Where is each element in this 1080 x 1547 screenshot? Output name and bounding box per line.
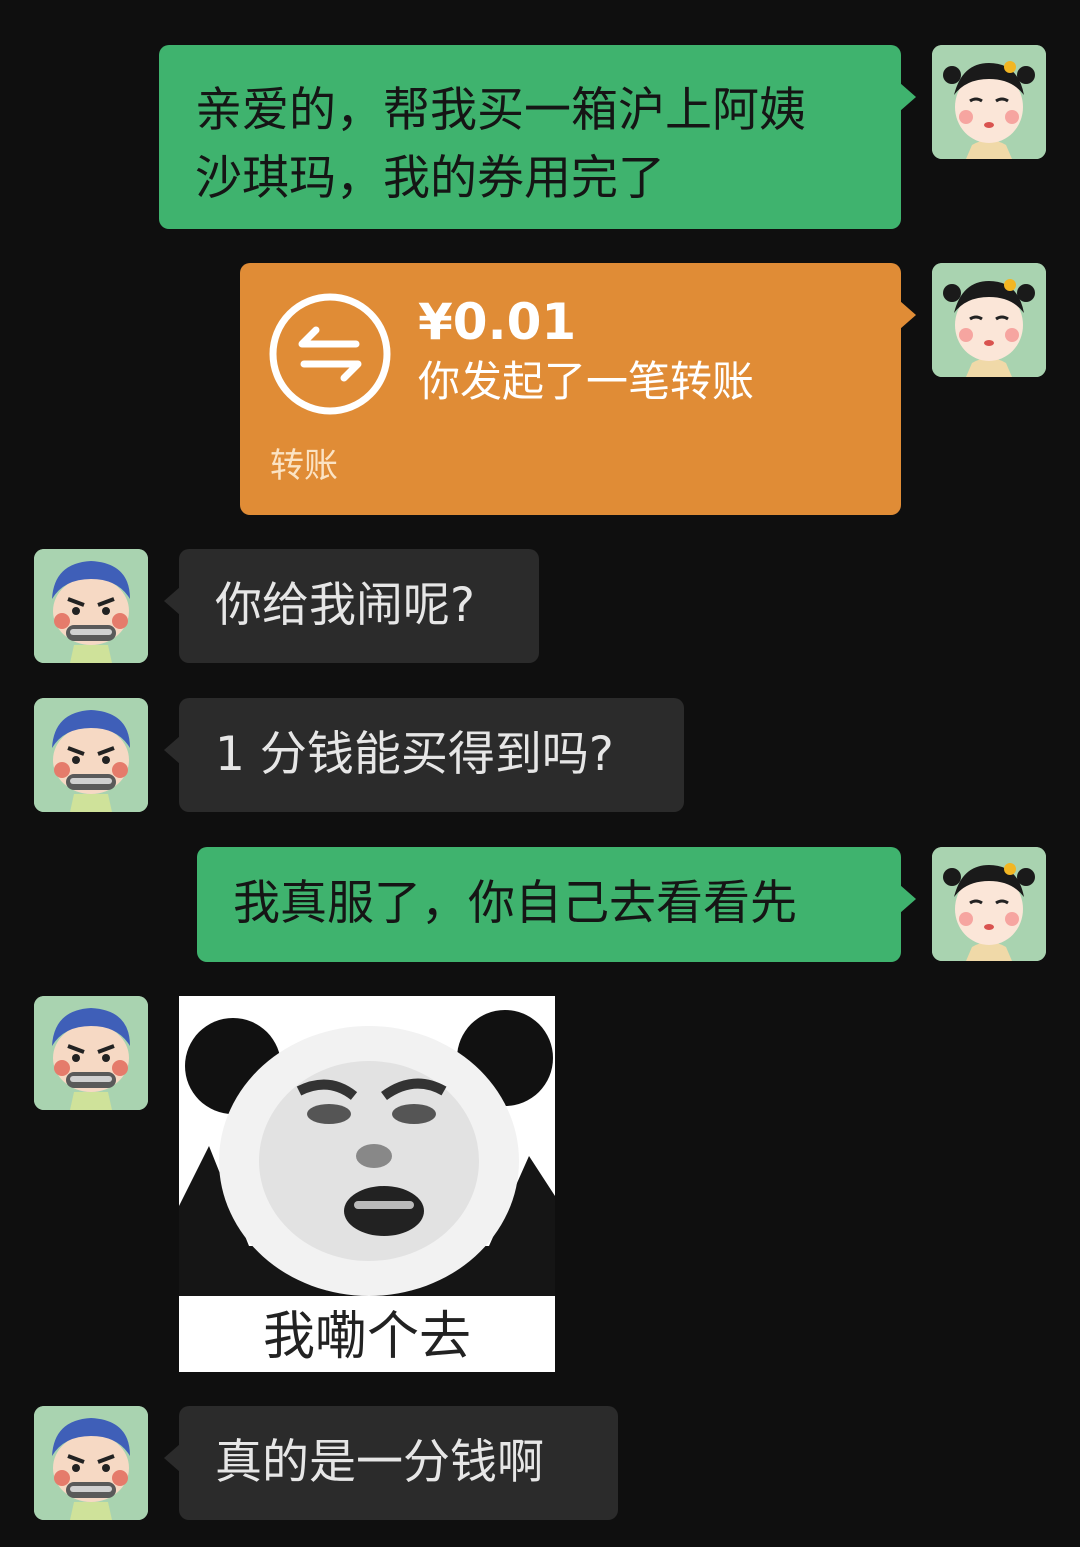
girl-avatar-icon [932,45,1046,159]
boy-avatar-icon [34,698,148,812]
sticker-caption: 我嘞个去 [262,1307,471,1367]
message-line: 亲爱的，帮我买一箱沪上阿姨 [195,83,806,138]
panda-meme-sticker[interactable]: 我嘞个去 [179,996,555,1372]
message-text: 我真服了，你自己去看看先 [233,876,797,931]
contact-avatar[interactable] [34,549,148,663]
boy-avatar-icon [34,1406,148,1520]
transfer-amount: ¥0.01 [418,293,577,351]
boy-avatar-icon [34,996,148,1110]
message-text: 你给我闹呢? [215,578,475,633]
boy-avatar-icon [34,549,148,663]
message-line: 沙琪玛，我的券用完了 [195,151,665,206]
contact-avatar[interactable] [34,996,148,1110]
message-text: 真的是一分钱啊 [215,1435,544,1490]
message-bubble-received[interactable]: 你给我闹呢? [164,549,539,663]
message-bubble-received[interactable]: 真的是一分钱啊 [164,1406,618,1520]
my-avatar[interactable] [932,847,1046,961]
transfer-label: 转账 [270,446,338,486]
transfer-status: 你发起了一笔转账 [418,357,755,406]
contact-avatar[interactable] [34,1406,148,1520]
girl-avatar-icon [932,263,1046,377]
my-avatar[interactable] [932,263,1046,377]
contact-avatar[interactable] [34,698,148,812]
transfer-arrows-icon [269,293,391,415]
message-bubble-sent[interactable]: 亲爱的，帮我买一箱沪上阿姨 沙琪玛，我的券用完了 [159,45,916,229]
message-text: 1 分钱能买得到吗? [215,727,614,782]
message-bubble-received[interactable]: 1 分钱能买得到吗? [164,698,684,812]
girl-avatar-icon [932,847,1046,961]
my-avatar[interactable] [932,45,1046,159]
message-bubble-sent[interactable]: 我真服了，你自己去看看先 [197,847,916,962]
